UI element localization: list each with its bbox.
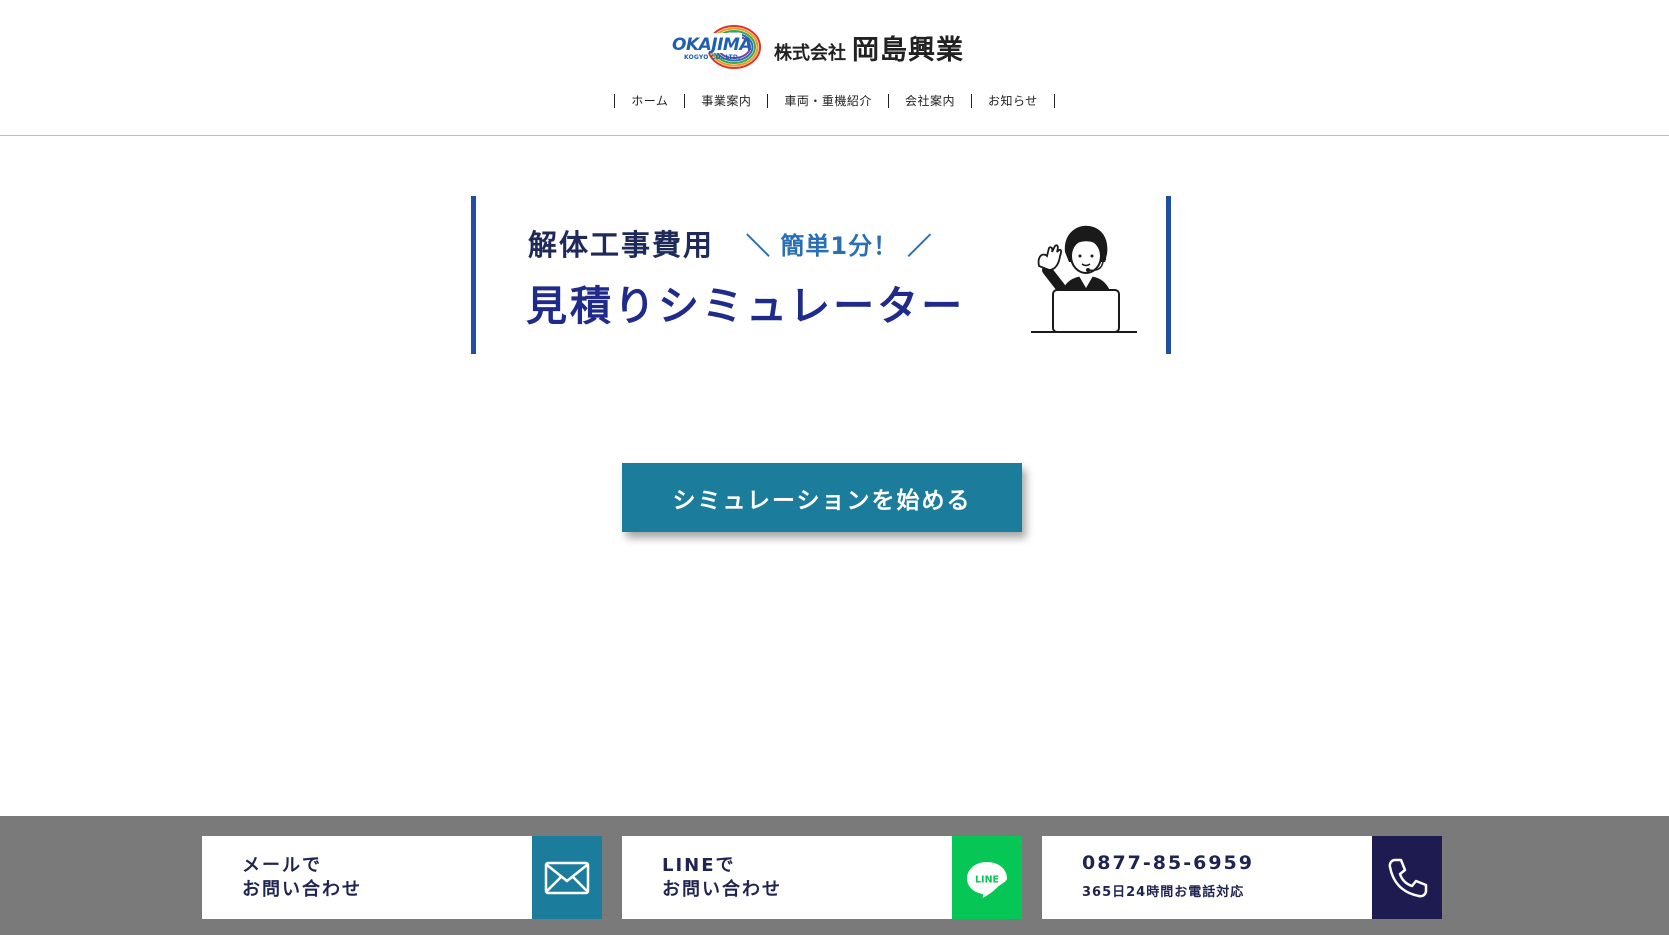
nav-divider bbox=[887, 93, 889, 108]
start-simulation-button[interactable]: シミュレーションを始める bbox=[622, 463, 1022, 532]
phone-contact-label: 0877-85-6959 365日24時間お電話対応 bbox=[1042, 836, 1372, 919]
nav-divider bbox=[684, 93, 686, 108]
line-contact-button[interactable]: LINEで お問い合わせ LINE bbox=[622, 836, 1022, 919]
line-contact-label: LINEで お問い合わせ bbox=[622, 836, 952, 919]
mail-contact-line2: お問い合わせ bbox=[242, 878, 362, 900]
banner-title: 見積りシミュレーター bbox=[526, 282, 966, 330]
phone-number: 0877-85-6959 bbox=[1082, 851, 1254, 874]
okajima-logo-mark: OKAJIMA KOGYO CO.,LTD. bbox=[672, 23, 764, 71]
banner-line1: 解体工事費用 ＼ 簡単1分！ ／ bbox=[528, 222, 932, 264]
nav-divider bbox=[767, 93, 769, 108]
mail-contact-button[interactable]: メールで お問い合わせ bbox=[202, 836, 602, 919]
logo-wordmark: OKAJIMA bbox=[672, 35, 753, 55]
nav-item-company[interactable]: 会社案内 bbox=[905, 92, 955, 109]
nav-item-news[interactable]: お知らせ bbox=[988, 92, 1038, 109]
phone-contact-button[interactable]: 0877-85-6959 365日24時間お電話対応 bbox=[1042, 836, 1442, 919]
nav-item-home[interactable]: ホーム bbox=[631, 92, 668, 109]
phone-icon bbox=[1372, 836, 1442, 919]
simulator-banner: 解体工事費用 ＼ 簡単1分！ ／ 見積りシミュレーター bbox=[471, 196, 1171, 354]
logo-text: 株式会社 岡島興業 bbox=[774, 28, 964, 67]
line-icon-text: LINE bbox=[975, 874, 999, 885]
mail-contact-label: メールで お問い合わせ bbox=[202, 836, 532, 919]
main-nav: ホーム 事業案内 車両・重機紹介 会社案内 お知らせ bbox=[0, 92, 1669, 109]
logo-company-name: 岡島興業 bbox=[852, 34, 964, 66]
site-header: OKAJIMA KOGYO CO.,LTD. 株式会社 岡島興業 ホーム 事業案… bbox=[0, 0, 1669, 136]
logo-prefix: 株式会社 bbox=[774, 42, 846, 64]
envelope-icon bbox=[532, 836, 602, 919]
mail-contact-line1: メールで bbox=[242, 854, 322, 876]
banner-tagline: ＼ 簡単1分！ ／ bbox=[746, 231, 933, 260]
logo-submark: KOGYO CO.,LTD. bbox=[684, 54, 741, 61]
nav-item-business[interactable]: 事業案内 bbox=[701, 92, 751, 109]
banner-subtitle: 解体工事費用 bbox=[528, 228, 715, 262]
company-logo[interactable]: OKAJIMA KOGYO CO.,LTD. 株式会社 岡島興業 bbox=[672, 22, 964, 72]
phone-hours-note: 365日24時間お電話対応 bbox=[1082, 884, 1245, 900]
line-contact-line2: お問い合わせ bbox=[662, 878, 782, 900]
line-contact-line1: LINEで bbox=[662, 854, 736, 876]
nav-divider bbox=[1053, 93, 1055, 108]
contact-footer: メールで お問い合わせ LINEで お問い合わせ LINE 0877-85-69… bbox=[0, 816, 1669, 935]
nav-divider bbox=[970, 93, 972, 108]
nav-item-vehicles[interactable]: 車両・重機紹介 bbox=[784, 92, 872, 109]
operator-with-headset-laptop-icon bbox=[1025, 218, 1141, 338]
line-app-icon: LINE bbox=[952, 836, 1022, 919]
nav-divider bbox=[614, 93, 616, 108]
